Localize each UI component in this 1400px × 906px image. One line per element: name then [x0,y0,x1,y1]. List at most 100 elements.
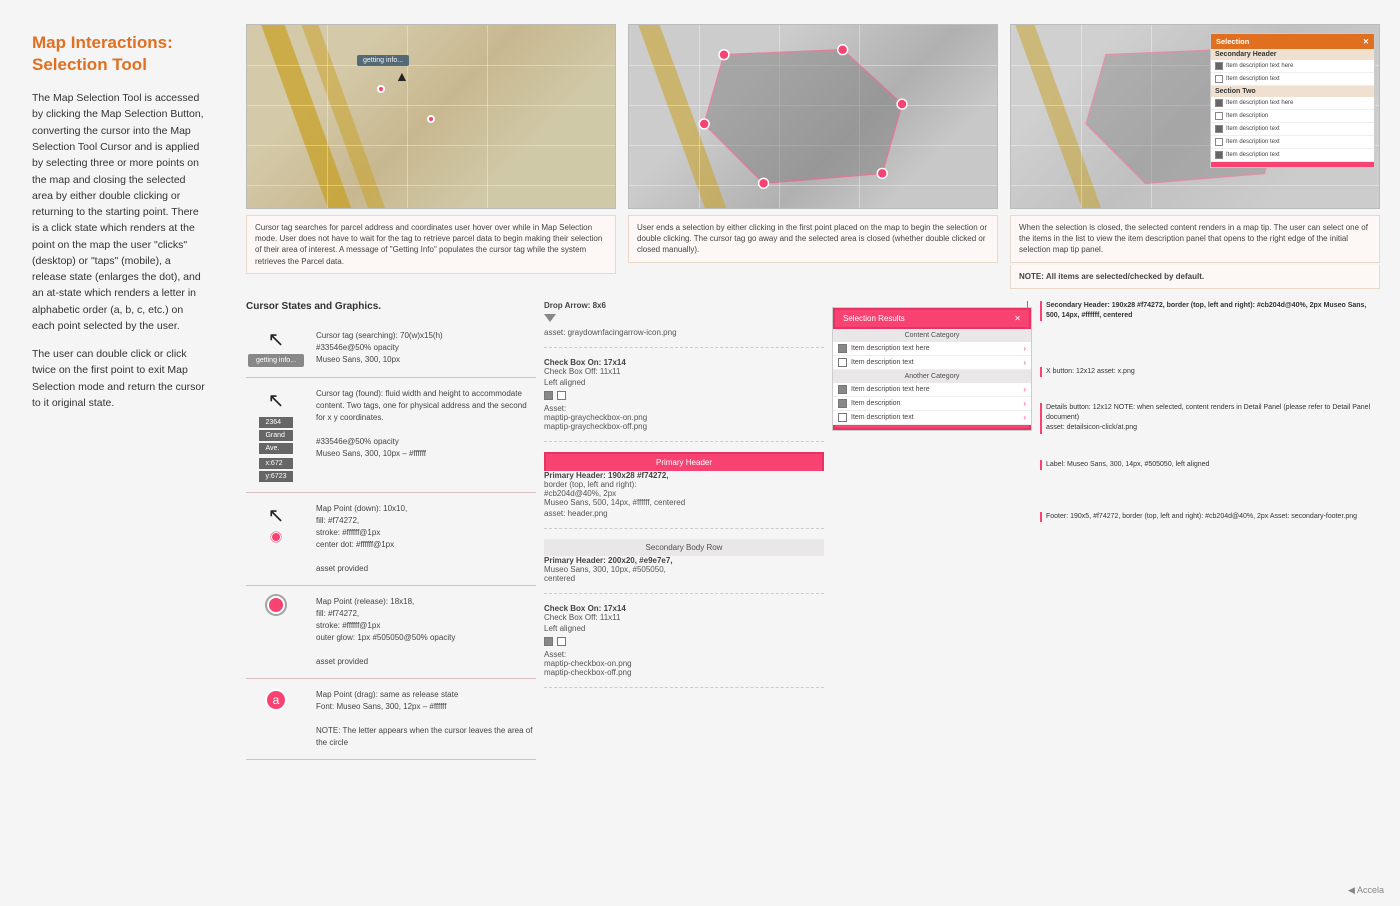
primary-header-detail: border (top, left and right): #cb204d@40… [544,480,824,507]
map-image-3: Selection ✕ Secondary Header Item descri… [1010,24,1380,209]
cursor-item-4: Map Point (release): 18x18,fill: #f74272… [246,586,536,679]
details-button-spec: Details button: 12x12 NOTE: when selecte… [1046,404,1370,421]
sidebar-paragraph-1: The Map Selection Tool is accessed by cl… [32,90,206,334]
checkbox-preview-1 [544,391,824,400]
maptip-mockup-container: Selection Results ✕ Content Category Ite… [832,301,1032,437]
checkbox-spec-2: Check Box On: 17x14 Check Box Off: 11x11… [544,604,824,688]
map-caption-1: Cursor tag searches for parcel address a… [246,215,616,274]
sidebar-title: Map Interactions:Selection Tool [32,32,206,76]
map-caption-3: When the selection is closed, the select… [1010,215,1380,263]
map-note-3: NOTE: All items are selected/checked by … [1010,265,1380,289]
map-box-2: User ends a selection by either clicking… [628,24,998,289]
secondary-body-label: Primary Header: 200x20, #e9e7e7, [544,556,824,565]
maptip-row-2: Item description text › [833,356,1031,370]
drop-arrow-spec: Drop Arrow: 8x6 asset: graydownfacingarr… [544,301,824,348]
checkbox-off-label-2: Check Box Off: 11x11 [544,613,824,622]
footer-annotation: Footer: 190x5, #f74272, border (top, lef… [1040,512,1380,522]
checkbox-off-label-1: Check Box Off: 11x11 [544,367,824,376]
cursor-panel: Cursor States and Graphics. ↖ getting in… [246,301,536,760]
checkbox-off-preview-2 [557,637,566,646]
map-point-down-icon [271,532,281,542]
map-point-drag-icon: a [265,689,287,711]
getting-info-label: getting info... [248,354,304,367]
cursor-desc-5: Map Point (drag): same as release stateF… [316,689,536,749]
checkbox-on-preview [544,391,553,400]
address-tag: 2364 Grand Ave. x:672 y:6723 [259,417,292,482]
primary-header-label: Primary Header: 190x28 #f74272, [544,471,824,480]
primary-header-spec: Primary Header Primary Header: 190x28 #f… [544,452,824,529]
cursor-arrow-down-icon: ↖ [268,503,285,528]
map-caption-2: User ends a selection by either clicking… [628,215,998,263]
cursor-icon-area-2: ↖ 2364 Grand Ave. x:672 y:6723 [246,388,306,482]
map3-panel-header: Selection ✕ [1211,34,1374,49]
cursor-desc-1: Cursor tag (searching): 70(w)x15(h)#3354… [316,330,443,366]
maptip-row-5: Item description text › [833,411,1031,425]
maptip-secondary-header: Selection Results ✕ [833,308,1031,329]
map-image-2 [628,24,998,209]
maps-row: ▲ getting info... Cursor tag searches fo… [246,24,1380,289]
secondary-body-spec: Secondary Body Row Primary Header: 200x2… [544,539,824,594]
cursor-icon-area-3: ↖ [246,503,306,542]
sidebar-paragraph-2: The user can double click or click twice… [32,346,206,411]
cursor-desc-2: Cursor tag (found): fluid width and heig… [316,388,536,460]
maptip-row-4: Item description › [833,397,1031,411]
maptip-row-1: Item description text here › [833,342,1031,356]
map-box-1: ▲ getting info... Cursor tag searches fo… [246,24,616,289]
checkbox-spec-1: Check Box On: 17x14 Check Box Off: 11x11… [544,358,824,442]
sidebar: Map Interactions:Selection Tool The Map … [0,0,230,906]
cursor-item-2: ↖ 2364 Grand Ave. x:672 y:6723 Cursor ta… [246,378,536,493]
sidebar-body: The Map Selection Tool is accessed by cl… [32,90,206,411]
drop-arrow-label: Drop Arrow: 8x6 [544,301,824,310]
secondary-body-preview: Secondary Body Row [544,539,824,556]
cursor-arrow-icon-2: ↖ [268,388,285,413]
cursor-arrow-icon-1: ↖ [268,330,285,350]
cursor-icon-area-1: ↖ getting info... [246,330,306,367]
label-annotation: Label: Museo Sans, 300, 14px, #505050, l… [1040,460,1380,470]
checkbox-align-2: Left aligned [544,624,824,633]
cursor-item-5: a Map Point (drag): same as release stat… [246,679,536,760]
cursor-states-title: Cursor States and Graphics. [246,301,536,312]
primary-header-preview: Primary Header [544,452,824,471]
annotation-spacer-2 [1040,385,1380,399]
x-button-annotation: X button: 12x12 asset: x.png [1040,367,1380,377]
right-annotations: Secondary Header: 190x28 #f74272, border… [1040,301,1380,526]
checkbox-on-label-2: Check Box On: 17x14 [544,604,824,613]
right-spec-section: Selection Results ✕ Content Category Ite… [832,301,1380,760]
cursor-item-1: ↖ getting info... Cursor tag (searching)… [246,320,536,378]
checkbox-on-preview-2 [544,637,553,646]
main-content: ▲ getting info... Cursor tag searches fo… [230,0,1400,906]
maptip-body-header-2: Another Category [833,370,1031,383]
annotation-spacer-4 [1040,478,1380,508]
secondary-header-annotation: Secondary Header: 190x28 #f74272, border… [1040,301,1380,321]
secondary-header-spec: Secondary Header: 190x28 #f74272, border… [1046,302,1366,319]
map3-panel: Selection ✕ Secondary Header Item descri… [1210,33,1375,168]
checkbox-on-label-1: Check Box On: 17x14 [544,358,824,367]
map-point-release-icon [267,596,285,614]
primary-header-asset: asset: header.png [544,509,824,518]
checkbox-align-1: Left aligned [544,378,824,387]
footer-spec: Footer: 190x5, #f74272, border (top, lef… [1046,513,1357,520]
branding: ◀ Accela [1348,885,1384,896]
cursor-desc-3: Map Point (down): 10x10,fill: #f74272,st… [316,503,407,575]
maptip-mockup: Selection Results ✕ Content Category Ite… [832,307,1032,431]
checkbox-off-preview [557,391,566,400]
checkbox-preview-2 [544,637,824,646]
secondary-body-detail: Museo Sans, 300, 10px, #505050, centered [544,565,824,583]
maptip-row-3: Item description text here › [833,383,1031,397]
getting-info-tag: getting info... [357,55,409,66]
checkbox-asset-1: Asset: maptip-graycheckbox-on.png maptip… [544,404,824,431]
annotation-spacer-1 [1040,333,1380,363]
cursor-icon-area-5: a [246,689,306,711]
maptip-footer [833,425,1031,430]
annotation-spacer-3 [1040,442,1380,456]
cursor-desc-4: Map Point (release): 18x18,fill: #f74272… [316,596,455,668]
drop-arrow-asset: asset: graydownfacingarrow-icon.png [544,328,824,337]
map-image-1: ▲ getting info... [246,24,616,209]
bottom-section: Cursor States and Graphics. ↖ getting in… [246,301,1380,760]
map-box-3: Selection ✕ Secondary Header Item descri… [1010,24,1380,289]
spec-middle: Drop Arrow: 8x6 asset: graydownfacingarr… [544,301,824,760]
checkbox-asset-2: Asset: maptip-checkbox-on.png maptip-che… [544,650,824,677]
maptip-body-header: Content Category [833,329,1031,342]
label-spec: Label: Museo Sans, 300, 14px, #505050, l… [1046,461,1209,468]
cursor-icon-area-4 [246,596,306,614]
